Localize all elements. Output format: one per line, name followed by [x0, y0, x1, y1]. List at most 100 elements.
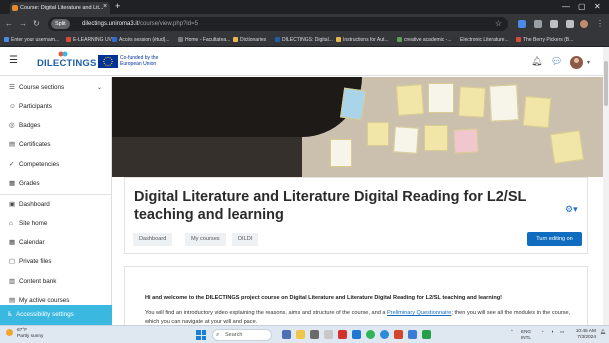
battery-icon[interactable]: ▭ — [560, 329, 564, 335]
notification-bell-icon[interactable]: 🔔︎ — [531, 56, 542, 66]
sticky-note — [428, 83, 454, 113]
system-clock[interactable]: 10:45 AM 7/3/2024 — [570, 329, 596, 341]
drawer-item-private-files[interactable]: ▢ Private files — [9, 257, 52, 266]
drawer-item-competencies[interactable]: ✓ Competencies — [9, 160, 59, 169]
powerpoint-icon[interactable] — [394, 330, 403, 339]
welcome-text: Hi and welcome to the DILECTINGS project… — [145, 295, 503, 301]
drawer-item-participants[interactable]: ☺ Participants — [9, 102, 52, 111]
drawer-item-content-bank[interactable]: ▥ Content bank — [9, 277, 56, 286]
back-icon[interactable]: ← — [5, 17, 13, 31]
address-toolbar: ← → ↻ Split dilectings.uniroma3.it/cours… — [0, 14, 609, 34]
sticky-note — [393, 126, 419, 154]
logo-mark-icon — [58, 51, 68, 57]
edge-icon[interactable] — [380, 330, 389, 339]
bookmark-item[interactable]: DILECTINGS: Digital... — [275, 34, 333, 47]
reload-icon[interactable]: ↻ — [33, 17, 40, 31]
breadcrumb-my-courses[interactable]: My courses — [185, 233, 226, 246]
bookmark-item[interactable]: Enter your usernam... — [4, 34, 59, 47]
page-title: Digital Literature and Literature Digita… — [134, 189, 527, 223]
address-bar[interactable]: Split dilectings.uniroma3.it/course/view… — [48, 17, 508, 31]
bookmark-item[interactable]: The Berry Pickers (B... — [516, 34, 573, 47]
bookmark-item[interactable]: Electronic Literature... — [453, 34, 509, 47]
extensions-puzzle-icon[interactable] — [550, 20, 558, 28]
list-icon: ☰ — [9, 84, 15, 91]
windows-taskbar: 67°F Partly sunny ⌕ Search ⌃ ENG INTL ◔ ◖ … — [0, 325, 609, 343]
sticky-note — [453, 128, 479, 154]
gear-icon[interactable]: ⚙︎▾ — [565, 204, 578, 214]
extension-icon[interactable] — [518, 20, 526, 28]
users-icon: ☺ — [9, 103, 16, 110]
bookmark-item[interactable]: Instructions for Aut... — [336, 34, 389, 47]
new-tab-icon[interactable]: + — [115, 1, 120, 12]
chrome-icon[interactable] — [366, 330, 375, 339]
sticky-note — [458, 86, 486, 118]
minimize-icon[interactable]: — — [562, 1, 570, 12]
taskbar-app-icon[interactable] — [324, 330, 333, 339]
file-explorer-icon[interactable] — [296, 330, 305, 339]
sticky-note — [489, 84, 519, 122]
excel-icon[interactable] — [422, 330, 431, 339]
sticky-note — [522, 95, 552, 129]
word-icon[interactable] — [352, 330, 361, 339]
accessibility-settings-button[interactable]: ♿︎ Accessibility settings — [0, 305, 112, 325]
browser-tab[interactable]: Course: Digital Literature and Lit... — [10, 2, 110, 14]
turn-editing-on-button[interactable]: Turn editing on — [527, 232, 582, 246]
drawer-item-certificates[interactable]: ▤ Certificates — [9, 140, 51, 149]
sticky-note — [367, 122, 389, 146]
taskbar-app-icon[interactable] — [310, 330, 319, 339]
outlook-icon[interactable] — [408, 330, 417, 339]
language-indicator[interactable]: ENG INTL — [521, 329, 531, 340]
drawer-item-badges[interactable]: ◎ Badges — [9, 121, 40, 130]
url-text[interactable]: dilectings.uniroma3.it/course/view.php?i… — [82, 17, 198, 31]
moodle-favicon-icon — [12, 5, 18, 11]
volume-icon[interactable]: ◖ — [551, 329, 554, 335]
site-logo[interactable]: DILECTINGS — [37, 58, 97, 69]
bookmark-item[interactable]: creative academic -... — [397, 34, 452, 47]
notifications-icon[interactable]: 🔔︎ — [600, 329, 606, 335]
drawer-item-grades[interactable]: ▦ Grades — [9, 179, 40, 188]
extension-icon[interactable] — [534, 20, 542, 28]
bookmark-item[interactable]: E-LEARNING UVT — [66, 34, 115, 47]
messages-icon[interactable]: 💬︎ — [551, 56, 562, 66]
accessibility-icon: ♿︎ — [7, 311, 13, 318]
drawer-item-site-home[interactable]: ⌂ Site home — [9, 219, 47, 228]
wifi-icon[interactable]: ◔ — [541, 329, 544, 335]
menu-toggle-icon[interactable]: ☰ — [9, 55, 18, 67]
taskbar-search[interactable]: ⌕ Search — [212, 329, 272, 341]
browser-tab-strip: Course: Digital Literature and Lit... × … — [0, 0, 609, 14]
preliminary-questionnaire-link[interactable]: Preliminary Questionnaire — [387, 310, 451, 316]
task-view-icon[interactable] — [282, 330, 291, 339]
drawer-divider — [0, 194, 111, 195]
page-scrollbar[interactable] — [603, 47, 609, 325]
site-header: ☰ DILECTINGS Co-funded by the European U… — [0, 47, 603, 76]
drawer-item-calendar[interactable]: ▦ Calendar — [9, 238, 45, 247]
bookmark-item[interactable]: Accès session (étud)... — [112, 34, 170, 47]
profile-avatar-icon[interactable] — [580, 20, 588, 28]
courses-icon: ▤ — [9, 297, 16, 304]
scrollbar-thumb[interactable] — [604, 61, 608, 106]
drawer-item-course-sections[interactable]: ☰ Course sections — [9, 83, 64, 92]
windows-start-icon[interactable] — [196, 330, 206, 340]
chevron-down-icon[interactable]: ▾ — [587, 58, 590, 68]
chevron-down-icon[interactable]: ⌄ — [97, 84, 102, 92]
search-icon: ⌕ — [216, 332, 220, 338]
bookmark-star-icon[interactable]: ☆ — [495, 17, 502, 31]
drawer-item-my-active-courses[interactable]: ▤ My active courses — [9, 296, 69, 305]
forward-icon[interactable]: → — [19, 17, 27, 31]
breadcrumb-dashboard[interactable]: Dashboard — [133, 233, 173, 246]
tray-chevron-icon[interactable]: ⌃ — [510, 329, 514, 335]
split-chip[interactable]: Split — [51, 19, 70, 29]
sidebar-icon[interactable] — [566, 20, 574, 28]
acrobat-icon[interactable] — [338, 330, 347, 339]
user-avatar[interactable] — [570, 56, 583, 69]
course-header-image — [112, 77, 603, 177]
calendar-icon: ▦ — [9, 239, 16, 246]
drawer-item-dashboard[interactable]: ▣ Dashboard — [9, 200, 50, 209]
bookmark-item[interactable]: Home - Facultatea... — [178, 34, 230, 47]
close-icon[interactable]: × — [103, 2, 107, 12]
window-close-icon[interactable]: ✕ — [594, 1, 601, 12]
breadcrumb-course[interactable]: DILDI — [232, 233, 259, 246]
browser-menu-icon[interactable]: ⋮ — [596, 17, 604, 31]
maximize-icon[interactable]: ▢ — [578, 1, 586, 12]
bookmark-item[interactable]: Dictionaries — [233, 34, 266, 47]
